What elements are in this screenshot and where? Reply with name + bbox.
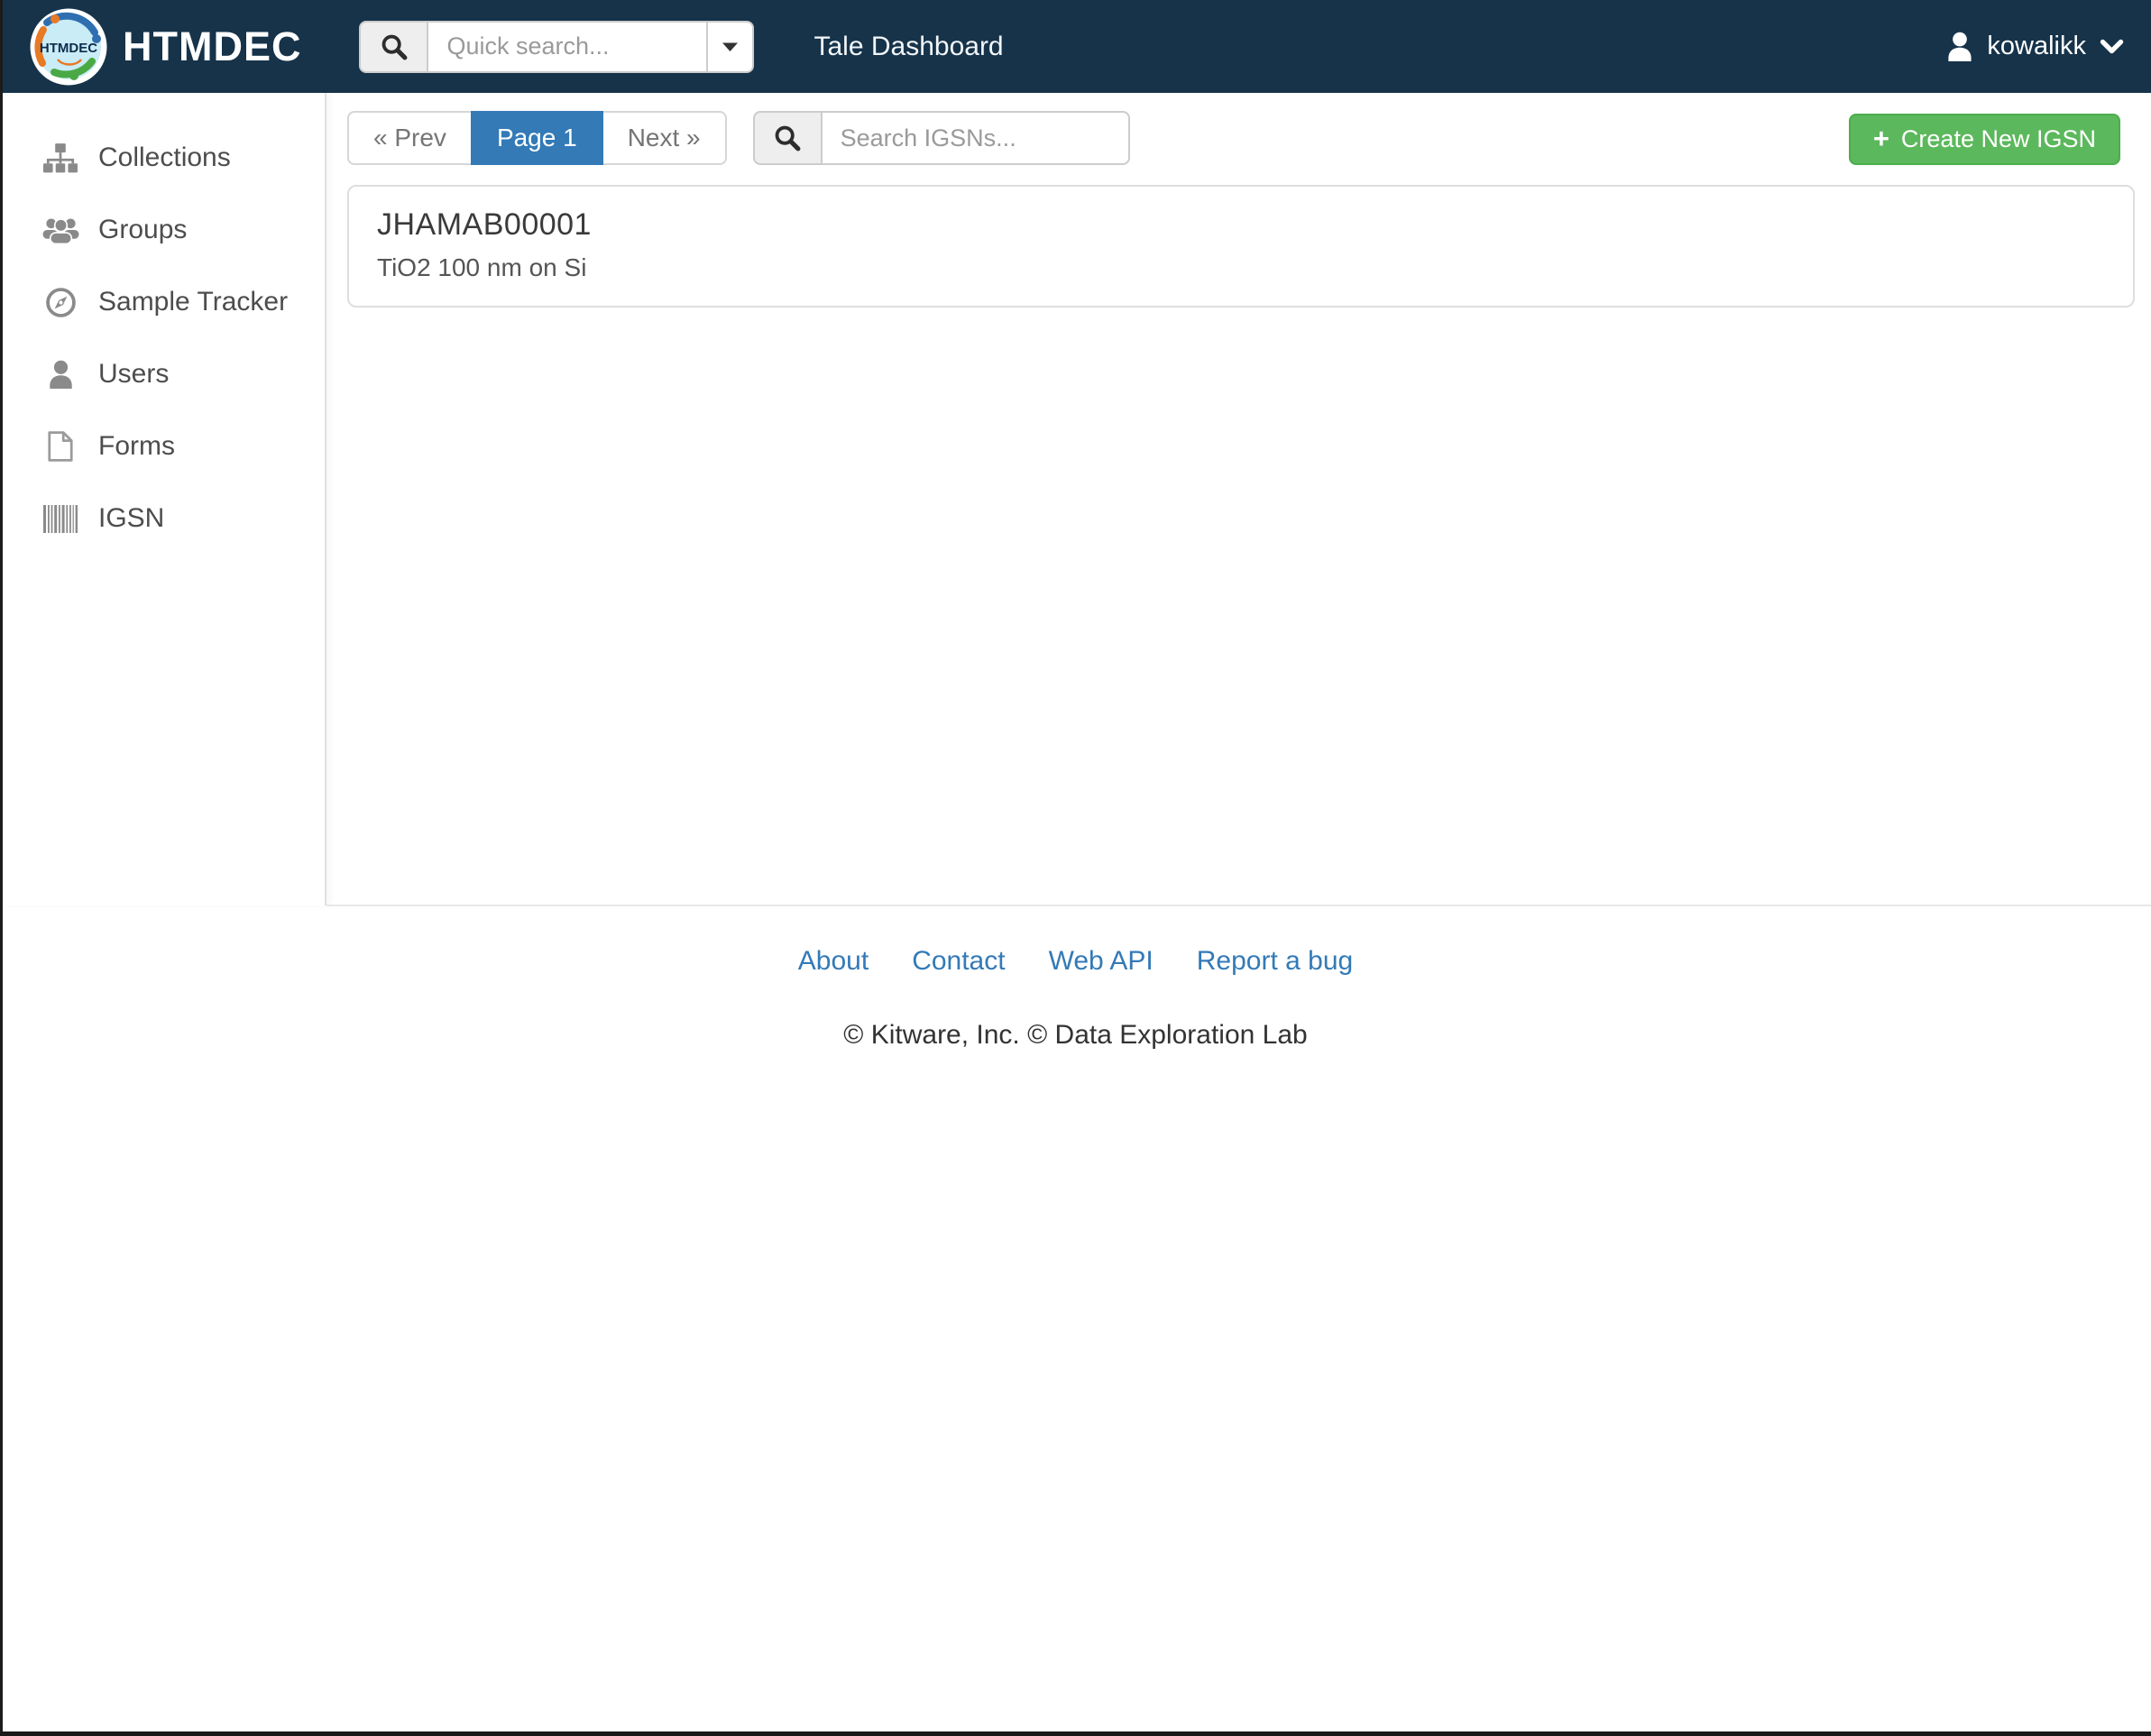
search-icon xyxy=(752,111,821,165)
tale-dashboard-link[interactable]: Tale Dashboard xyxy=(814,32,1003,62)
footer-link-contact[interactable]: Contact xyxy=(912,946,1005,977)
users-icon xyxy=(41,216,79,244)
sidebar-item-label: Sample Tracker xyxy=(98,287,289,317)
igsn-toolbar: « Prev Page 1 Next » + Create New IGSN xyxy=(347,111,2135,165)
sidebar-item-label: Collections xyxy=(98,142,231,172)
sidebar-item-igsn[interactable]: IGSN xyxy=(0,482,325,555)
brand-title: HTMDEC xyxy=(123,23,302,69)
window-frame-left xyxy=(0,0,3,1736)
main-content: « Prev Page 1 Next » + Create New IGSN xyxy=(328,93,2151,905)
footer-link-report-a-bug[interactable]: Report a bug xyxy=(1197,946,1353,977)
sidebar-item-label: IGSN xyxy=(98,503,165,533)
igsn-id: JHAMAB00001 xyxy=(377,207,592,242)
user-icon xyxy=(1946,32,1973,61)
window-frame-bottom xyxy=(0,1731,2151,1736)
sidebar-item-label: Forms xyxy=(98,431,175,461)
sidebar-item-label: Groups xyxy=(98,215,188,244)
copyright-text: © Kitware, Inc. © Data Exploration Lab xyxy=(843,1020,1308,1050)
caret-down-icon xyxy=(722,41,739,52)
page-footer: About Contact Web API Report a bug © Kit… xyxy=(0,906,2151,1051)
search-mode-dropdown-button[interactable] xyxy=(706,20,755,73)
plus-icon: + xyxy=(1872,123,1889,154)
sidebar-item-forms[interactable]: Forms xyxy=(0,410,325,482)
user-icon xyxy=(41,360,79,389)
username-label: kowalikk xyxy=(1987,32,2086,60)
next-page-button[interactable]: Next » xyxy=(601,111,727,165)
igsn-search-input[interactable] xyxy=(820,111,1130,165)
brand-home-link[interactable]: HTMDEC HTMDEC xyxy=(30,8,301,86)
sidebar: Collections Groups Sample Tracker Users … xyxy=(0,93,326,905)
svg-text:HTMDEC: HTMDEC xyxy=(40,41,97,56)
footer-link-web-api[interactable]: Web API xyxy=(1049,946,1154,977)
current-page-button[interactable]: Page 1 xyxy=(470,111,603,165)
sitemap-icon xyxy=(41,142,79,173)
compass-icon xyxy=(41,287,79,318)
app-window: HTMDEC HTMDEC Tale Dashboard xyxy=(0,0,2151,1736)
quick-search-group xyxy=(359,20,755,73)
htmdec-logo-icon: HTMDEC xyxy=(30,8,107,86)
sidebar-item-label: Users xyxy=(98,359,170,389)
sidebar-item-groups[interactable]: Groups xyxy=(0,194,325,266)
igsn-list-item[interactable]: JHAMAB00001 TiO2 100 nm on Si xyxy=(347,185,2135,308)
footer-link-about[interactable]: About xyxy=(798,946,869,977)
create-new-igsn-button[interactable]: + Create New IGSN xyxy=(1848,114,2120,165)
create-new-igsn-label: Create New IGSN xyxy=(1900,125,2096,152)
sidebar-item-sample-tracker[interactable]: Sample Tracker xyxy=(0,266,325,338)
barcode-icon xyxy=(41,504,79,533)
file-icon xyxy=(41,431,79,462)
pagination: « Prev Page 1 Next » xyxy=(347,111,727,165)
search-icon xyxy=(359,20,427,73)
igsn-description: TiO2 100 nm on Si xyxy=(377,253,587,281)
footer-links: About Contact Web API Report a bug xyxy=(0,946,2151,977)
sidebar-item-users[interactable]: Users xyxy=(0,338,325,410)
prev-page-button[interactable]: « Prev xyxy=(347,111,473,165)
quick-search-input[interactable] xyxy=(427,20,709,73)
top-navbar: HTMDEC HTMDEC Tale Dashboard xyxy=(0,0,2151,93)
sidebar-item-collections[interactable]: Collections xyxy=(0,122,325,194)
igsn-search-group xyxy=(752,111,1130,165)
chevron-down-icon xyxy=(2100,38,2124,55)
user-menu[interactable]: kowalikk xyxy=(1946,32,2124,61)
